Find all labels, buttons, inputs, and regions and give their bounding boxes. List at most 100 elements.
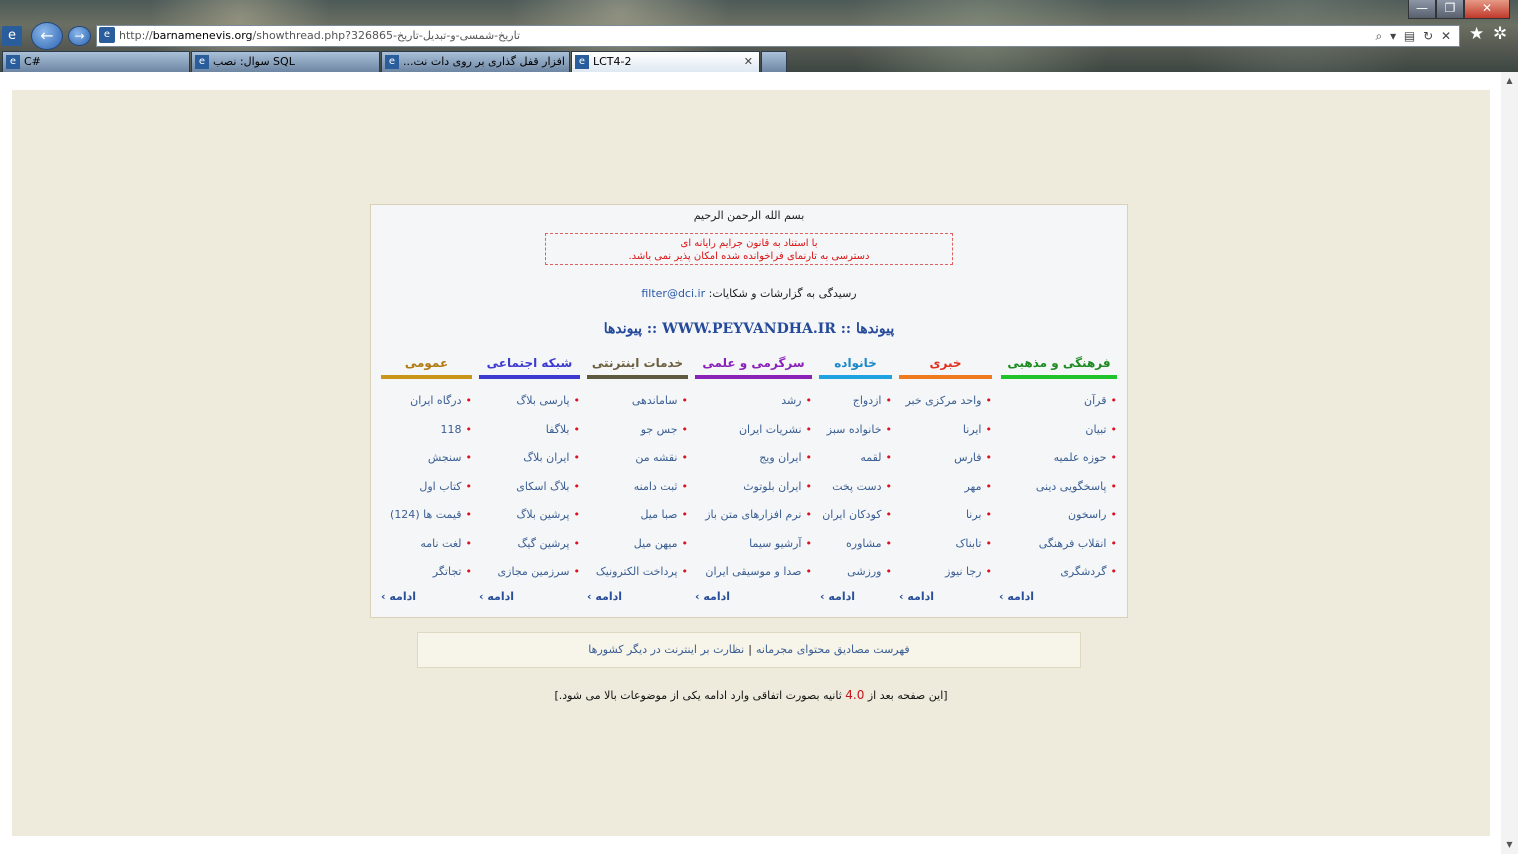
tab-lct4-2[interactable]: e LCT4-2 ✕ xyxy=(571,51,760,72)
bullet-icon: • xyxy=(985,536,993,550)
scroll-down-icon[interactable]: ▼ xyxy=(1501,838,1518,852)
internet-monitoring-link[interactable]: نظارت بر اینترنت در دیگر کشورها xyxy=(588,643,744,656)
link-item[interactable]: •ایران بلاگ xyxy=(479,444,580,473)
more-link-entertainment[interactable]: ادامه › xyxy=(695,590,730,603)
link-item[interactable]: •بلاگفا xyxy=(479,416,580,445)
link-item[interactable]: •لقمه xyxy=(819,444,892,473)
link-item[interactable]: •دست پخت xyxy=(819,473,892,502)
link-item[interactable]: •میهن میل xyxy=(587,530,688,559)
page-frame: بسم الله الرحمن الرحیم با استناد به قانو… xyxy=(0,72,1518,854)
link-item[interactable]: •مشاوره xyxy=(819,530,892,559)
bullet-icon: • xyxy=(465,508,473,521)
link-item[interactable]: •قرآن xyxy=(1001,387,1117,416)
link-item[interactable]: •انقلاب فرهنگی xyxy=(1001,530,1117,559)
minimize-button[interactable]: — xyxy=(1408,0,1436,19)
tab-bar: e C# e سوال: نصب SQL e ...نرم افزار قفل … xyxy=(0,51,790,72)
link-item[interactable]: •آرشیو سیما xyxy=(695,530,812,559)
new-tab-button[interactable] xyxy=(761,51,787,72)
close-window-button[interactable]: ✕ xyxy=(1464,0,1510,19)
tab-sql-question[interactable]: e سوال: نصب SQL xyxy=(191,51,380,72)
column-heading[interactable]: فرهنگی و مذهبی xyxy=(1001,353,1117,379)
column-heading[interactable]: خدمات اینترنتی xyxy=(587,353,688,379)
bullet-icon: • xyxy=(681,422,689,436)
link-item[interactable]: •جس جو xyxy=(587,416,688,445)
link-item[interactable]: •ایران ویج xyxy=(695,444,812,473)
link-label: قرآن xyxy=(1084,394,1107,407)
more-link-news[interactable]: ادامه › xyxy=(899,590,934,603)
link-item[interactable]: •نشریات ایران xyxy=(695,416,812,445)
link-item[interactable]: •سرزمین مجازی xyxy=(479,558,580,587)
link-item[interactable]: •رشد xyxy=(695,387,812,416)
link-item[interactable]: •صبا میل xyxy=(587,501,688,530)
more-link-family[interactable]: ادامه › xyxy=(820,590,855,603)
link-item[interactable]: •ثبت دامنه xyxy=(587,473,688,502)
link-item[interactable]: •پرداخت الکترونیک xyxy=(587,558,688,587)
column-heading[interactable]: خانواده xyxy=(819,353,892,379)
link-item[interactable]: •پارسی بلاگ xyxy=(479,387,580,416)
link-item[interactable]: •ورزشی xyxy=(819,558,892,587)
link-item[interactable]: •واحد مرکزی خبر xyxy=(899,387,992,416)
link-item[interactable]: •برنا xyxy=(899,501,992,530)
link-item[interactable]: •نقشه من xyxy=(587,444,688,473)
settings-gear-icon[interactable]: ✲ xyxy=(1493,24,1507,44)
link-item[interactable]: •قیمت ها (124) xyxy=(381,501,472,530)
link-label: کتاب اول xyxy=(419,479,462,493)
favorites-star-icon[interactable]: ★ xyxy=(1469,24,1484,44)
link-item[interactable]: •نرم افزارهای متن باز xyxy=(695,501,812,530)
link-item[interactable]: •کودکان ایران xyxy=(819,501,892,530)
link-item[interactable]: •حوزه علمیه xyxy=(1001,444,1117,473)
contact-email-link[interactable]: filter@dci.ir xyxy=(641,287,705,300)
link-label: واحد مرکزی خبر xyxy=(905,394,982,407)
bullet-icon: • xyxy=(805,394,813,407)
forward-button[interactable]: → xyxy=(68,26,91,46)
back-button[interactable]: ← xyxy=(31,22,63,50)
more-link-general[interactable]: ادامه › xyxy=(381,590,416,603)
link-item[interactable]: •ساماندهی xyxy=(587,387,688,416)
column-heading[interactable]: شبکه اجتماعی xyxy=(479,353,580,379)
column-heading[interactable]: سرگرمی و علمی xyxy=(695,353,812,379)
url-text: http://barnamenevis.org/showthread.php?3… xyxy=(119,26,520,46)
link-label: ایران بلوتوث xyxy=(743,479,802,493)
link-item[interactable]: •ایران بلوتوث xyxy=(695,473,812,502)
link-item[interactable]: •راسخون xyxy=(1001,501,1117,530)
link-item[interactable]: •خانواده سبز xyxy=(819,416,892,445)
tab-favicon-icon: e xyxy=(575,55,589,69)
tab-dotnet-lock[interactable]: e ...نرم افزار قفل گذاری بر روی دات نت xyxy=(381,51,570,72)
link-item[interactable]: •لغت نامه xyxy=(381,530,472,559)
more-link-cultural[interactable]: ادامه › xyxy=(999,590,1034,603)
more-link-internet-services[interactable]: ادامه › xyxy=(587,590,622,603)
link-item[interactable]: •ازدواج xyxy=(819,387,892,416)
column-internet-services: خدمات اینترنتی •ساماندهی •جس جو •نقشه من •ثب… xyxy=(587,353,688,583)
tab-close-icon[interactable]: ✕ xyxy=(744,52,753,72)
link-item[interactable]: •118 xyxy=(381,416,473,445)
link-item[interactable]: •درگاه ایران xyxy=(381,387,472,416)
bullet-icon: • xyxy=(1110,479,1118,493)
link-item[interactable]: •مهر xyxy=(899,473,992,502)
link-item[interactable]: •رجا نیوز xyxy=(899,558,992,587)
criminal-content-list-link[interactable]: فهرست مصادیق محتوای مجرمانه xyxy=(756,643,910,656)
link-item[interactable]: •تابناک xyxy=(899,530,993,559)
link-item[interactable]: •پاسخگویی دینی xyxy=(1001,473,1117,502)
address-bar[interactable]: e http://barnamenevis.org/showthread.php… xyxy=(96,25,1460,47)
scroll-up-icon[interactable]: ▲ xyxy=(1501,74,1518,88)
link-item[interactable]: •فارس xyxy=(899,444,992,473)
vertical-scrollbar[interactable]: ▲ ▼ xyxy=(1501,72,1518,854)
column-heading[interactable]: عمومی xyxy=(381,353,472,379)
link-item[interactable]: •بلاگ اسکای xyxy=(479,473,580,502)
filter-panel: بسم الله الرحمن الرحیم با استناد به قانو… xyxy=(370,204,1128,618)
link-item[interactable]: •تجاتگر xyxy=(381,558,472,587)
address-tools[interactable]: ⌕ ▾ ▤ ↻ ✕ xyxy=(1376,26,1453,46)
link-label: ساماندهی xyxy=(631,394,678,407)
link-item[interactable]: •سنجش xyxy=(381,444,472,473)
column-heading[interactable]: خبری xyxy=(899,353,992,379)
maximize-button[interactable]: ❐ xyxy=(1436,0,1464,19)
link-item[interactable]: •پرشین بلاگ xyxy=(479,501,580,530)
link-item[interactable]: •پرشین گیگ xyxy=(479,530,580,559)
link-item[interactable]: •تبیان xyxy=(1001,416,1117,445)
link-item[interactable]: •صدا و موسیقی ایران xyxy=(695,558,812,587)
more-link-social-network[interactable]: ادامه › xyxy=(479,590,514,603)
tab-csharp[interactable]: e C# xyxy=(2,51,190,72)
link-item[interactable]: •کتاب اول xyxy=(381,473,472,502)
link-item[interactable]: •ایرنا xyxy=(899,416,992,445)
link-item[interactable]: •گردشگری xyxy=(1001,558,1117,587)
